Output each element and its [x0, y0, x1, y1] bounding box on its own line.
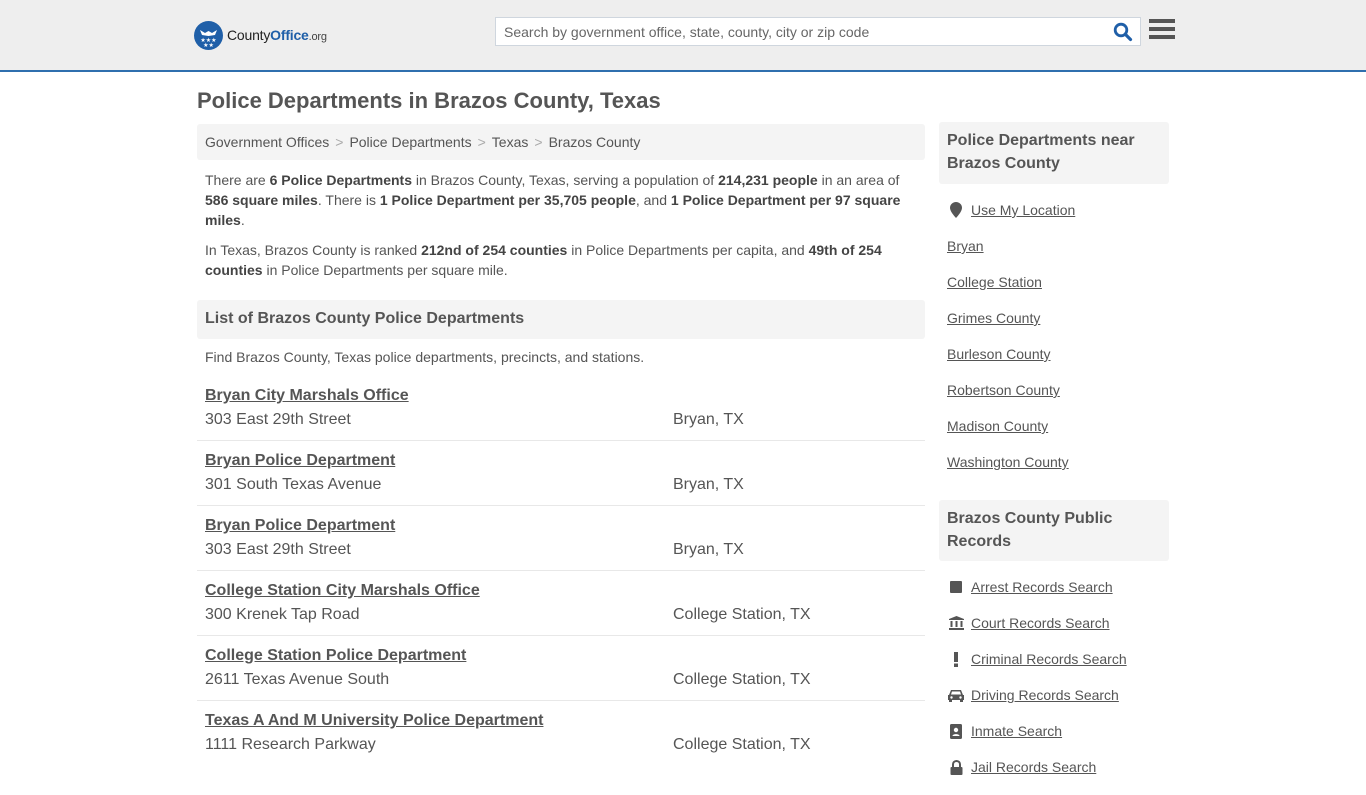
car-icon: [947, 687, 965, 703]
site-logo[interactable]: ★★★ ★★ CountyOffice.org: [194, 20, 327, 50]
courthouse-icon: [947, 615, 965, 631]
nearby-item: College Station: [947, 274, 1169, 310]
department-link[interactable]: Texas A And M University Police Departme…: [205, 712, 543, 730]
records-item: Court Records Search: [947, 615, 1169, 651]
records-heading: Brazos County Public Records: [939, 500, 1169, 561]
logo-wordmark: CountyOffice.org: [227, 27, 327, 43]
records-list: Arrest Records Search Court Records Sear…: [947, 579, 1169, 795]
department-link[interactable]: College Station Police Department: [205, 647, 466, 665]
menu-bar-icon: [1149, 27, 1175, 31]
breadcrumb-police-departments[interactable]: Police Departments: [349, 134, 471, 150]
department-link[interactable]: Bryan Police Department: [205, 452, 395, 470]
department-address: 303 East 29th Street: [205, 541, 351, 558]
square-icon: [947, 579, 965, 595]
records-item: Driving Records Search: [947, 687, 1169, 723]
nearby-link-madison-county[interactable]: Madison County: [947, 418, 1048, 434]
search-button[interactable]: [1106, 18, 1140, 45]
nearby-link-burleson-county[interactable]: Burleson County: [947, 346, 1051, 362]
hamburger-menu-button[interactable]: [1149, 19, 1175, 43]
use-my-location-link[interactable]: Use My Location: [971, 202, 1075, 218]
nearby-link-robertson-county[interactable]: Robertson County: [947, 382, 1060, 398]
department-link[interactable]: College Station City Marshals Office: [205, 582, 480, 600]
id-badge-icon: [947, 723, 965, 739]
breadcrumb-government-offices[interactable]: Government Offices: [205, 134, 329, 150]
search-bar: [495, 17, 1141, 46]
driving-records-link[interactable]: Driving Records Search: [971, 687, 1119, 703]
list-heading: List of Brazos County Police Departments: [197, 300, 925, 339]
breadcrumb-separator: >: [335, 134, 344, 150]
department-city: Bryan, TX: [673, 541, 744, 558]
nearby-list: Use My Location Bryan College Station Gr…: [947, 202, 1169, 490]
nearby-item: Madison County: [947, 418, 1169, 454]
intro-ranking: In Texas, Brazos County is ranked 212nd …: [205, 242, 882, 278]
breadcrumb-brazos-county[interactable]: Brazos County: [549, 134, 641, 150]
menu-bar-icon: [1149, 19, 1175, 23]
department-address: 303 East 29th Street: [205, 411, 351, 428]
records-item: Arrest Records Search: [947, 579, 1169, 615]
criminal-records-link[interactable]: Criminal Records Search: [971, 651, 1127, 667]
nearby-item: Burleson County: [947, 346, 1169, 382]
exclamation-icon: [947, 651, 965, 667]
department-row: Bryan Police Department 303 East 29th St…: [197, 506, 925, 571]
jail-records-link[interactable]: Jail Records Search: [971, 759, 1096, 775]
department-row: Texas A And M University Police Departme…: [197, 701, 925, 766]
intro-text: There are 6 Police Departments in Brazos…: [205, 170, 915, 290]
nearby-item: Bryan: [947, 238, 1169, 274]
breadcrumb-separator: >: [534, 134, 543, 150]
svg-text:★★: ★★: [203, 42, 214, 49]
nearby-item: Grimes County: [947, 310, 1169, 346]
search-input[interactable]: [496, 18, 1106, 45]
page-title: Police Departments in Brazos County, Tex…: [197, 88, 661, 113]
intro-summary: There are 6 Police Departments in Brazos…: [205, 172, 901, 228]
records-item: Inmate Search: [947, 723, 1169, 759]
department-row: College Station City Marshals Office 300…: [197, 571, 925, 636]
department-address: 1111 Research Parkway: [205, 736, 376, 753]
nearby-link-college-station[interactable]: College Station: [947, 274, 1042, 290]
breadcrumb-texas[interactable]: Texas: [492, 134, 529, 150]
department-link[interactable]: Bryan Police Department: [205, 517, 395, 535]
department-city: College Station, TX: [673, 606, 811, 623]
eagle-logo-icon: ★★★ ★★: [194, 20, 223, 50]
records-item: Criminal Records Search: [947, 651, 1169, 687]
inmate-search-link[interactable]: Inmate Search: [971, 723, 1062, 739]
department-row: College Station Police Department 2611 T…: [197, 636, 925, 701]
nearby-item: Washington County: [947, 454, 1169, 490]
department-row: Bryan Police Department 301 South Texas …: [197, 441, 925, 506]
list-description: Find Brazos County, Texas police departm…: [205, 349, 645, 365]
arrest-records-link[interactable]: Arrest Records Search: [971, 579, 1113, 595]
records-item: Jail Records Search: [947, 759, 1169, 795]
department-address: 2611 Texas Avenue South: [205, 671, 390, 688]
search-icon: [1113, 22, 1133, 41]
department-city: Bryan, TX: [673, 476, 744, 493]
department-city: College Station, TX: [673, 736, 811, 753]
map-marker-icon: [947, 202, 965, 218]
department-row: Bryan City Marshals Office 303 East 29th…: [197, 376, 925, 441]
department-link[interactable]: Bryan City Marshals Office: [205, 387, 409, 405]
nearby-link-washington-county[interactable]: Washington County: [947, 454, 1069, 470]
department-address: 301 South Texas Avenue: [205, 476, 382, 493]
lock-icon: [947, 759, 965, 775]
department-city: Bryan, TX: [673, 411, 744, 428]
breadcrumb-separator: >: [477, 134, 486, 150]
site-header: ★★★ ★★ CountyOffice.org: [0, 0, 1366, 72]
menu-bar-icon: [1149, 35, 1175, 39]
court-records-link[interactable]: Court Records Search: [971, 615, 1110, 631]
nearby-item: Robertson County: [947, 382, 1169, 418]
use-my-location-item: Use My Location: [947, 202, 1169, 238]
breadcrumb: Government Offices > Police Departments > Te…: [197, 124, 925, 160]
department-city: College Station, TX: [673, 671, 811, 688]
department-address: 300 Krenek Tap Road: [205, 606, 360, 623]
nearby-link-grimes-county[interactable]: Grimes County: [947, 310, 1040, 326]
department-list: Bryan City Marshals Office 303 East 29th…: [197, 376, 925, 766]
nearby-heading: Police Departments near Brazos County: [939, 122, 1169, 184]
nearby-link-bryan[interactable]: Bryan: [947, 238, 984, 254]
